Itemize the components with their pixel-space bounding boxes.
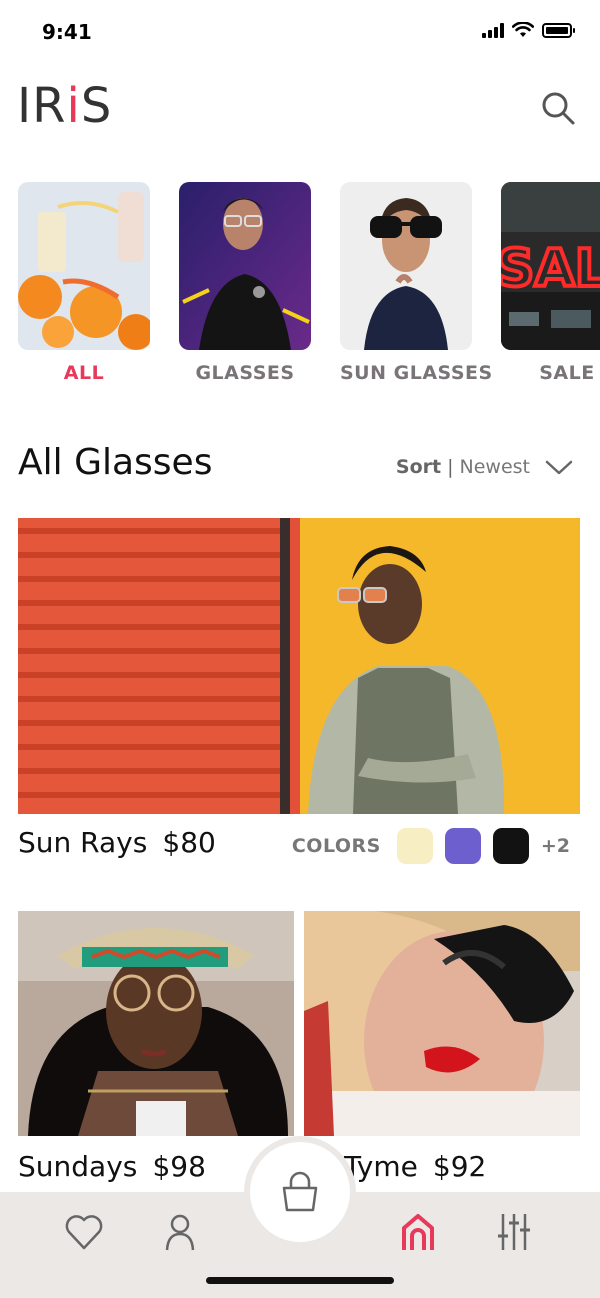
sort-dropdown[interactable]: Sort | Newest (396, 456, 574, 478)
home-indicator[interactable] (206, 1277, 394, 1284)
tab-favorites[interactable] (62, 1210, 106, 1254)
search-icon (542, 92, 575, 125)
tab-home[interactable] (396, 1210, 440, 1254)
sliders-icon (498, 1214, 530, 1250)
basket-icon (282, 1171, 318, 1212)
chevron-down-icon (545, 460, 573, 475)
product-sundays-name[interactable]: Sundays (18, 1150, 137, 1183)
sort-value: Newest (459, 456, 530, 478)
category-sun-glasses[interactable]: SUN GLASSES (340, 182, 493, 384)
sale-sign-text: SAL (501, 239, 600, 299)
category-sale-image: SAL (501, 182, 600, 350)
featured-product-price: $80 (162, 826, 216, 859)
category-carousel[interactable]: ALL GLASSES SUN GLASSES SAL SALE (18, 182, 600, 392)
cart-button[interactable] (250, 1142, 350, 1242)
category-glasses[interactable]: GLASSES (179, 182, 311, 384)
tab-profile[interactable] (158, 1210, 202, 1254)
product-tyme-price: $92 (432, 1150, 487, 1183)
status-time: 9:41 (42, 20, 92, 44)
logo[interactable]: IRiS (17, 78, 112, 134)
color-swatch-black[interactable] (492, 828, 529, 864)
section-header: All Glasses Sort | Newest (18, 440, 580, 490)
signal-icon (482, 22, 504, 38)
section-title: All Glasses (18, 442, 213, 483)
status-icons (482, 22, 575, 38)
product-tyme-name[interactable]: Tyme (344, 1150, 418, 1183)
featured-product-image[interactable] (18, 518, 580, 814)
category-sun-glasses-label: SUN GLASSES (340, 362, 493, 384)
logo-text-left: IR (17, 78, 67, 134)
user-icon (165, 1214, 195, 1251)
sort-separator: | (447, 456, 454, 478)
app-header: IRiS (0, 78, 600, 138)
product-sundays-price: $98 (152, 1150, 206, 1183)
heart-icon (65, 1215, 103, 1250)
product-tile-sundays-image[interactable] (18, 911, 294, 1136)
featured-product-info: Sun Rays $80 COLORS +2 (18, 826, 580, 870)
battery-icon (542, 22, 575, 38)
sort-label: Sort (395, 456, 442, 478)
logo-text-i: i (66, 78, 81, 134)
category-glasses-image (179, 182, 311, 350)
category-all-label: ALL (63, 362, 105, 384)
product-tile-tyme-info: Tyme $92 (344, 1150, 486, 1183)
category-all-image (18, 182, 150, 350)
home-icon (402, 1214, 434, 1250)
color-swatch-cream[interactable] (396, 828, 433, 864)
status-bar: 9:41 (0, 0, 600, 64)
wifi-icon (512, 22, 534, 37)
category-all[interactable]: ALL (18, 182, 150, 384)
product-tile-tyme-image[interactable] (304, 911, 580, 1136)
logo-text-right: S (80, 78, 113, 134)
category-sun-glasses-image (340, 182, 472, 350)
tab-filters[interactable] (492, 1210, 536, 1254)
search-button[interactable] (538, 88, 578, 128)
color-options: COLORS +2 (292, 828, 570, 864)
category-sale[interactable]: SAL SALE (501, 182, 600, 384)
category-glasses-label: GLASSES (195, 362, 295, 384)
color-swatch-purple[interactable] (444, 828, 481, 864)
product-tile-sundays-info: Sundays $98 (18, 1150, 206, 1183)
more-colors-count[interactable]: +2 (541, 835, 570, 857)
featured-product-name[interactable]: Sun Rays (18, 826, 147, 859)
colors-label: COLORS (291, 835, 381, 857)
category-sale-label: SALE (539, 362, 595, 384)
